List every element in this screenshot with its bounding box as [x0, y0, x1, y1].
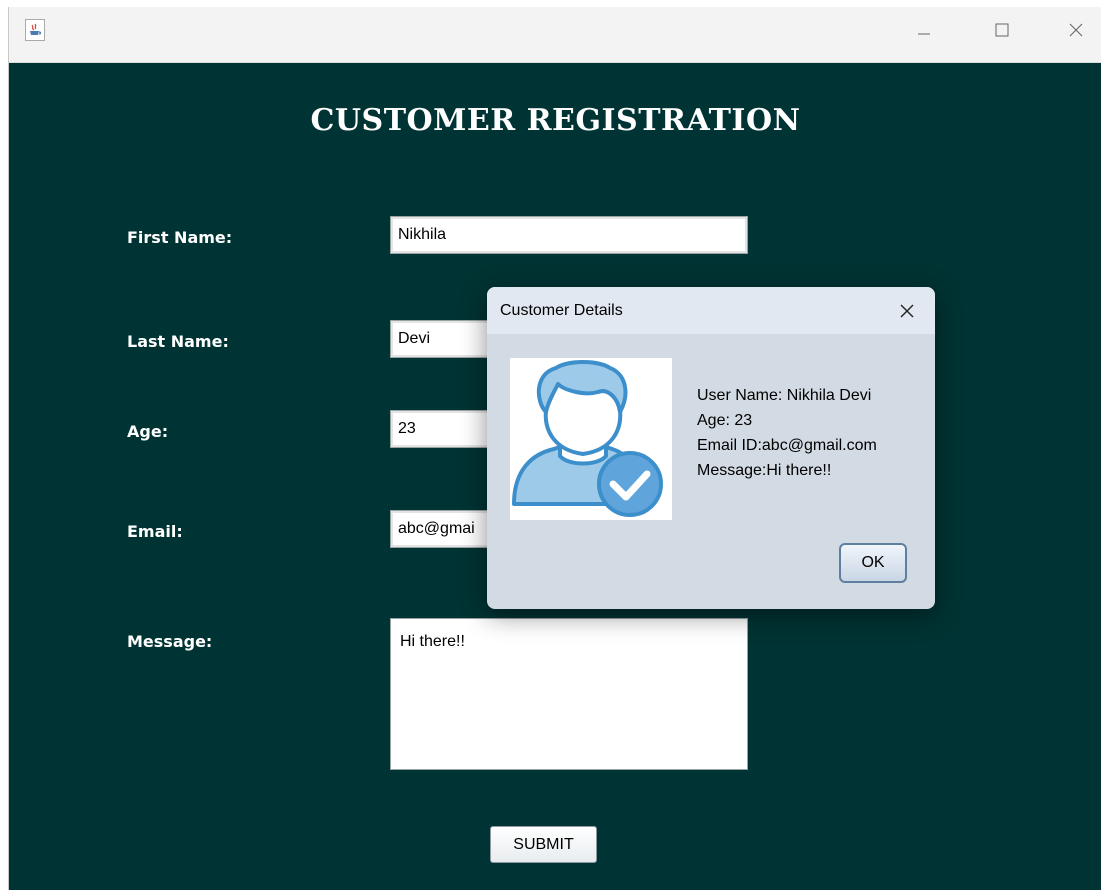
minimize-icon	[918, 33, 930, 35]
user-verified-icon	[510, 358, 672, 520]
detail-age: Age: 23	[697, 412, 753, 429]
detail-user-name: User Name: Nikhila Devi	[697, 387, 872, 404]
age-label: Age:	[127, 422, 169, 441]
dialog-title: Customer Details	[500, 302, 623, 319]
submit-button[interactable]: SUBMIT	[490, 826, 597, 863]
close-icon	[1069, 23, 1083, 37]
message-label: Message:	[127, 632, 213, 651]
last-name-label: Last Name:	[127, 332, 229, 351]
message-textarea[interactable]: Hi there!!	[390, 618, 748, 770]
detail-email: Email ID:abc@gmail.com	[697, 437, 877, 454]
page-title: CUSTOMER REGISTRATION	[310, 103, 801, 138]
title-bar	[9, 7, 1101, 63]
ok-button[interactable]: OK	[839, 543, 907, 583]
maximize-button[interactable]	[991, 19, 1013, 41]
email-label: Email:	[127, 522, 183, 541]
first-name-label: First Name:	[127, 228, 233, 247]
java-icon[interactable]	[25, 19, 45, 41]
first-name-input[interactable]: Nikhila	[390, 216, 748, 254]
dialog-close-button[interactable]	[897, 301, 917, 321]
minimize-button[interactable]	[913, 19, 935, 41]
maximize-icon	[995, 23, 1009, 37]
window-close-button[interactable]	[1065, 19, 1087, 41]
detail-message: Message:Hi there!!	[697, 462, 832, 479]
customer-details-dialog: Customer Details User Name: Nikhila Devi…	[487, 287, 935, 609]
customer-details: User Name: Nikhila Devi Age: 23 Email ID…	[697, 383, 877, 483]
close-icon	[900, 304, 914, 318]
dialog-title-bar: Customer Details	[487, 287, 935, 334]
